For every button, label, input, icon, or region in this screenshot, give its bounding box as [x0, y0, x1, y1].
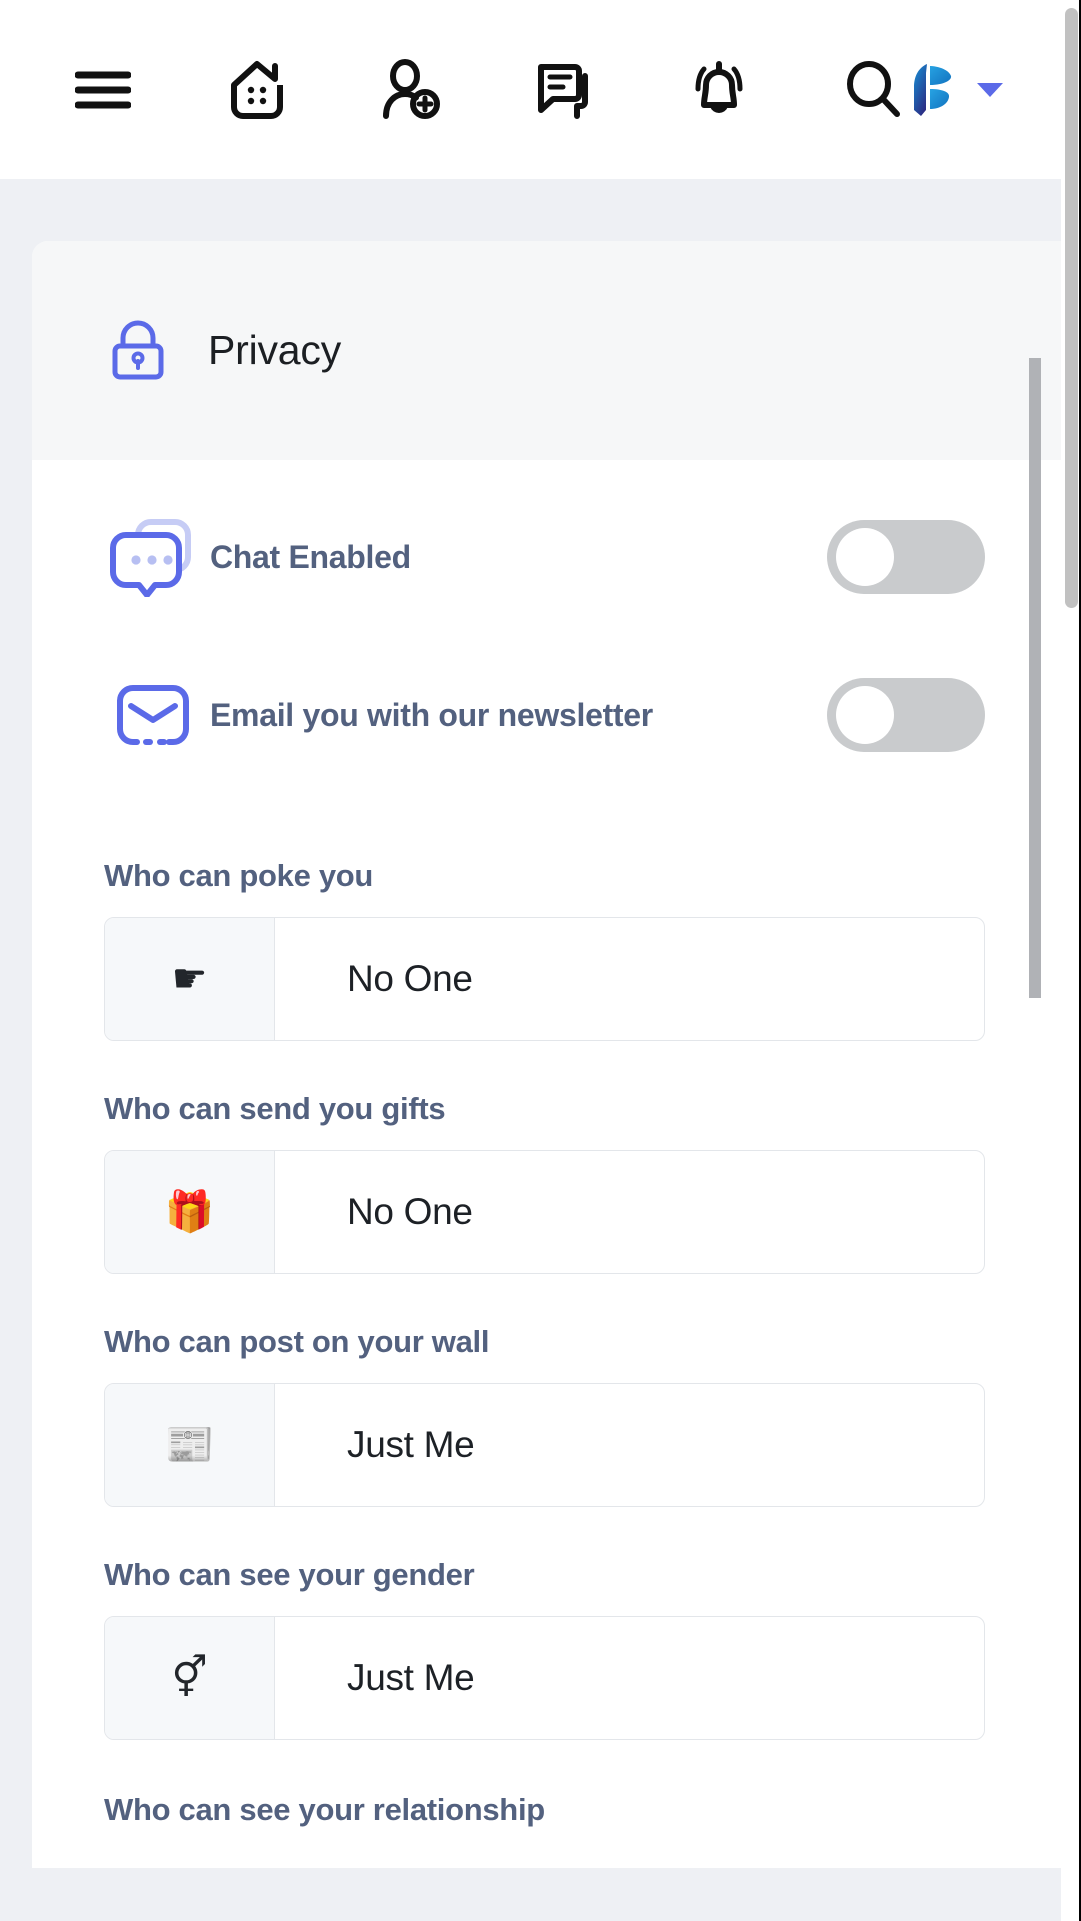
field-label-gender: Who can see your gender [104, 1557, 475, 1592]
select-gifts[interactable]: 🎁 No One [104, 1150, 985, 1274]
top-navigation-bar [0, 0, 1061, 179]
newspaper-icon: 📰 [105, 1384, 275, 1506]
page-content: Privacy Chat Enabled Email you with our … [0, 179, 1061, 1921]
search-icon[interactable] [842, 59, 904, 121]
card-body: Chat Enabled Email you with our newslett… [32, 502, 1061, 1868]
toggle-newsletter[interactable] [827, 678, 985, 752]
page-title: Privacy [208, 327, 342, 373]
brand-logo[interactable] [911, 63, 955, 117]
notifications-icon[interactable] [688, 59, 750, 121]
setting-label-newsletter: Email you with our newsletter [210, 696, 653, 733]
app-viewport: Privacy Chat Enabled Email you with our … [0, 0, 1081, 1921]
gender-symbols-icon: ⚥ [105, 1617, 275, 1739]
gift-icon: 🎁 [105, 1151, 275, 1273]
select-value-poke: No One [347, 958, 473, 999]
content-scrollbar[interactable] [1029, 358, 1041, 1921]
select-wall[interactable]: 📰 Just Me [104, 1383, 985, 1507]
window-scrollbar-thumb[interactable] [1065, 8, 1078, 608]
setting-label-chat-enabled: Chat Enabled [210, 538, 411, 575]
toggle-knob [836, 686, 894, 744]
field-group-gifts: Who can send you gifts 🎁 No One [32, 1091, 1061, 1274]
menu-icon[interactable] [72, 59, 134, 121]
select-gender[interactable]: ⚥ Just Me [104, 1616, 985, 1740]
add-friend-icon[interactable] [380, 58, 442, 121]
home-icon[interactable] [226, 59, 288, 121]
chevron-down-icon[interactable] [977, 82, 1003, 97]
field-label-relationship: Who can see your relationship [104, 1792, 545, 1827]
card-header: Privacy [32, 241, 1061, 460]
lock-icon [110, 320, 166, 382]
field-group-poke: Who can poke you ☛ No One [32, 858, 1061, 1041]
nav-icon-group [72, 58, 911, 121]
field-label-gifts: Who can send you gifts [104, 1091, 446, 1126]
field-group-gender: Who can see your gender ⚥ Just Me [32, 1557, 1061, 1740]
select-value-gifts: No One [347, 1191, 473, 1232]
select-value-gender: Just Me [347, 1657, 475, 1698]
messages-icon[interactable] [534, 59, 596, 121]
privacy-settings-card: Privacy Chat Enabled Email you with our … [32, 241, 1061, 1868]
content-scrollbar-thumb[interactable] [1029, 358, 1041, 998]
pointing-hand-icon: ☛ [105, 918, 275, 1040]
envelope-icon [110, 678, 206, 752]
field-label-poke: Who can poke you [104, 858, 374, 893]
account-area[interactable] [911, 63, 1003, 117]
toggle-chat-enabled[interactable] [827, 520, 985, 594]
toggle-knob [836, 528, 894, 586]
chat-bubbles-icon [110, 517, 206, 597]
select-poke[interactable]: ☛ No One [104, 917, 985, 1041]
setting-row-newsletter: Email you with our newsletter [32, 660, 1061, 770]
field-label-wall: Who can post on your wall [104, 1324, 490, 1359]
select-value-wall: Just Me [347, 1424, 475, 1465]
setting-row-chat-enabled: Chat Enabled [32, 502, 1061, 612]
window-scrollbar[interactable] [1061, 0, 1081, 1921]
field-group-wall: Who can post on your wall 📰 Just Me [32, 1324, 1061, 1507]
